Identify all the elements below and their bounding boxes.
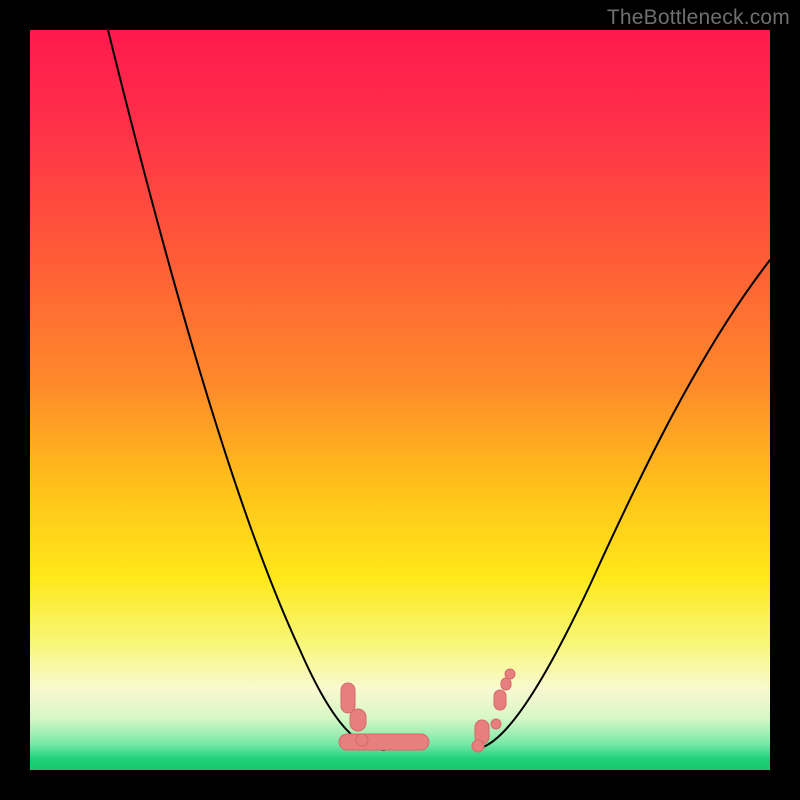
chart-frame: TheBottleneck.com xyxy=(0,0,800,800)
data-marker xyxy=(356,734,368,746)
data-marker xyxy=(491,719,501,729)
attribution-label: TheBottleneck.com xyxy=(607,6,790,30)
data-marker xyxy=(341,683,355,713)
bottleneck-chart xyxy=(30,30,770,770)
data-marker xyxy=(505,669,515,679)
data-marker xyxy=(494,690,506,710)
plot-area xyxy=(30,30,770,770)
data-marker xyxy=(350,709,366,731)
data-marker xyxy=(472,740,484,752)
data-marker xyxy=(339,734,429,750)
data-marker xyxy=(501,678,511,690)
gradient-background xyxy=(30,30,770,770)
